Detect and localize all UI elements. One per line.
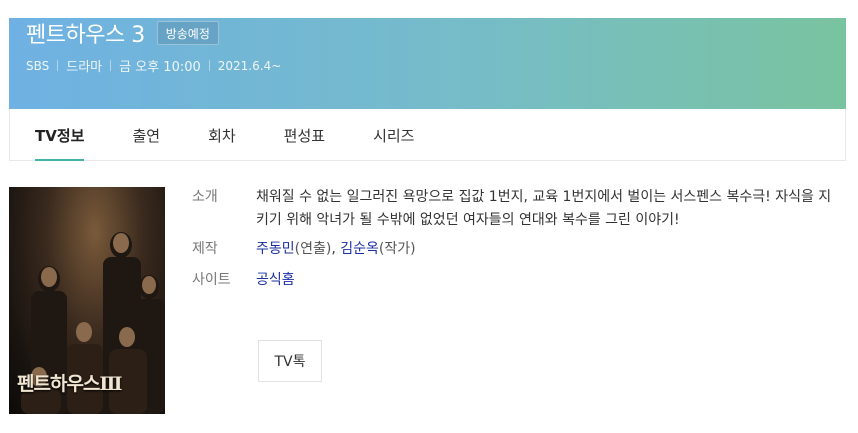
crew-row: 제작 주동민(연출), 김순옥(작가): [192, 238, 832, 261]
meta-divider: [57, 60, 59, 71]
poster-title-art: 펜트하우스Ⅲ: [17, 373, 123, 395]
program-title[interactable]: 펜트하우스 3: [26, 17, 145, 49]
air-schedule: 금 오후 10:00: [119, 60, 201, 75]
meta-divider: [110, 60, 112, 71]
director-role: (연출): [294, 241, 332, 257]
status-badge: 방송예정: [156, 21, 219, 45]
director-link[interactable]: 주동민: [256, 241, 295, 257]
site-label: 사이트: [192, 272, 231, 288]
title-row: 펜트하우스 3 방송예정: [26, 18, 219, 48]
tv-talk-button[interactable]: TV톡: [258, 340, 322, 382]
tab-tv-info[interactable]: TV정보: [35, 109, 85, 161]
crew-list: 주동민(연출), 김순옥(작가): [256, 238, 832, 261]
intro-row: 소개 채워질 수 없는 일그러진 욕망으로 집값 1번지, 교육 1번지에서 벌…: [192, 186, 832, 232]
official-site-link[interactable]: 공식홈: [256, 269, 832, 292]
tab-series[interactable]: 시리즈: [373, 109, 414, 161]
meta-divider: [208, 60, 210, 71]
crew-label: 제작: [192, 241, 218, 257]
tab-episodes[interactable]: 회차: [208, 109, 236, 161]
tab-cast[interactable]: 출연: [132, 109, 160, 161]
crew-separator: ,: [331, 241, 341, 257]
intro-text: 채워질 수 없는 일그러진 욕망으로 집값 1번지, 교육 1번지에서 벌이는 …: [256, 189, 832, 228]
intro-label: 소개: [192, 189, 218, 205]
poster-image[interactable]: 펜트하우스Ⅲ: [9, 187, 165, 414]
tab-schedule[interactable]: 편성표: [284, 109, 325, 161]
writer-role: (작가): [378, 241, 416, 257]
writer-link[interactable]: 김순옥: [340, 241, 379, 257]
program-meta: SBS 드라마 금 오후 10:00 2021.6.4~: [26, 56, 282, 76]
start-date: 2021.6.4~: [217, 58, 282, 73]
genre: 드라마: [66, 60, 103, 75]
channel-name: SBS: [26, 58, 50, 73]
program-info: 소개 채워질 수 없는 일그러진 욕망으로 집값 1번지, 교육 1번지에서 벌…: [192, 186, 832, 292]
site-row: 사이트 공식홈: [192, 269, 832, 292]
tab-bar: TV정보 출연 회차 편성표 시리즈: [9, 109, 846, 161]
